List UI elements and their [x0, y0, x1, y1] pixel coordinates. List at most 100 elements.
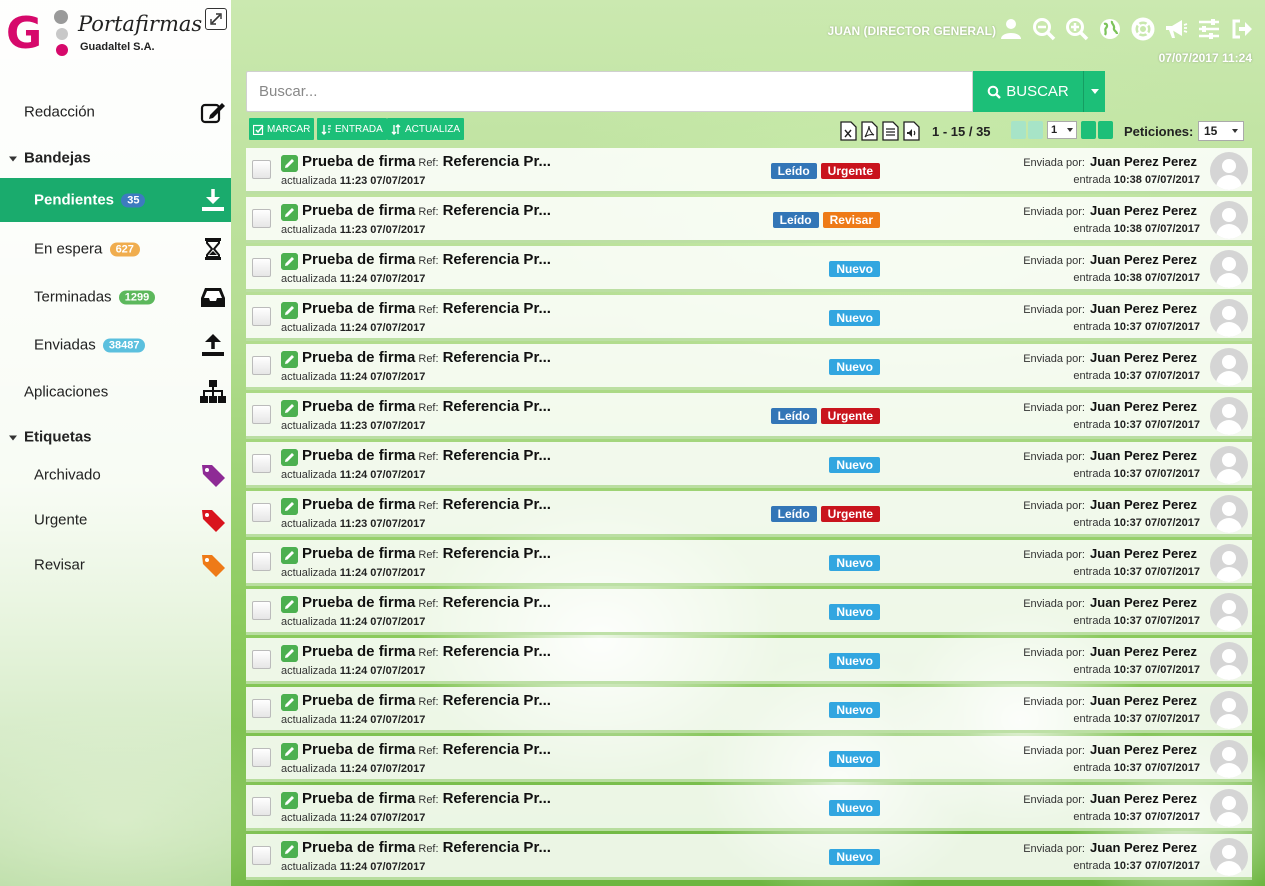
table-row[interactable]: Prueba de firma Ref: Referencia Pr... actu… — [246, 834, 1252, 880]
updated-label: actualizada — [281, 763, 337, 775]
label-revisar[interactable]: Revisar — [0, 543, 231, 587]
request-title-link[interactable]: Prueba de firma Ref: Referencia Pr... — [302, 153, 551, 170]
table-row[interactable]: Prueba de firma Ref: Referencia Pr... actu… — [246, 344, 1252, 390]
zoom-in-icon[interactable] — [1065, 16, 1089, 42]
actualiza-sort-button[interactable]: ACTUALIZA — [387, 118, 465, 140]
request-title-link[interactable]: Prueba de firma Ref: Referencia Pr... — [302, 496, 551, 513]
user-icon[interactable] — [999, 16, 1023, 42]
request-title-link[interactable]: Prueba de firma Ref: Referencia Pr... — [302, 692, 551, 709]
table-row[interactable]: Prueba de firma Ref: Referencia Pr... actu… — [246, 687, 1252, 733]
section-bandejas[interactable]: Bandejas — [0, 136, 231, 180]
row-checkbox[interactable] — [252, 405, 271, 424]
row-checkbox[interactable] — [252, 307, 271, 326]
logout-icon[interactable] — [1230, 16, 1254, 42]
table-row[interactable]: Prueba de firma Ref: Referencia Pr... actu… — [246, 393, 1252, 439]
sender-info: Enviada por: Juan Perez Perez — [1023, 791, 1197, 806]
table-row[interactable]: Prueba de firma Ref: Referencia Pr... actu… — [246, 197, 1252, 243]
user-name[interactable]: JUAN (DIRECTOR GENERAL) — [828, 24, 996, 38]
text-export-icon[interactable] — [882, 121, 899, 141]
next-page-button[interactable] — [1081, 121, 1096, 139]
table-row[interactable]: Prueba de firma Ref: Referencia Pr... actu… — [246, 442, 1252, 488]
per-page-select[interactable]: 15 — [1198, 121, 1244, 141]
pdf-export-icon[interactable] — [861, 121, 878, 141]
edit-icon — [200, 103, 225, 124]
request-title-link[interactable]: Prueba de firma Ref: Referencia Pr... — [302, 447, 551, 464]
row-checkbox[interactable] — [252, 258, 271, 277]
request-title-link[interactable]: Prueba de firma Ref: Referencia Pr... — [302, 202, 551, 219]
entry-time: entrada 10:37 07/07/2017 — [1073, 860, 1200, 872]
row-checkbox[interactable] — [252, 209, 271, 228]
search-button[interactable]: BUSCAR — [973, 71, 1083, 112]
label-archivado[interactable]: Archivado — [0, 453, 231, 497]
nav-terminadas[interactable]: Terminadas 1299 — [0, 275, 231, 319]
request-title-link[interactable]: Prueba de firma Ref: Referencia Pr... — [302, 643, 551, 660]
excel-export-icon[interactable] — [840, 121, 857, 141]
row-checkbox[interactable] — [252, 601, 271, 620]
table-row[interactable]: Prueba de firma Ref: Referencia Pr... actu… — [246, 246, 1252, 292]
marcar-button[interactable]: MARCAR — [249, 118, 315, 140]
nav-enviadas[interactable]: Enviadas 38487 — [0, 323, 231, 367]
sender-name: Juan Perez Perez — [1090, 497, 1197, 512]
edit-icon — [281, 253, 298, 270]
row-checkbox[interactable] — [252, 699, 271, 718]
table-row[interactable]: Prueba de firma Ref: Referencia Pr... actu… — [246, 491, 1252, 537]
entry-value: 10:38 07/07/2017 — [1113, 272, 1200, 284]
logo[interactable]: G Portafirmas Guadaltel S.A. — [6, 8, 206, 64]
audio-export-icon[interactable] — [903, 121, 920, 141]
sender-info: Enviada por: Juan Perez Perez — [1023, 203, 1197, 218]
collapse-sidebar-button[interactable] — [205, 8, 227, 30]
edit-icon — [281, 400, 298, 417]
table-row[interactable]: Prueba de firma Ref: Referencia Pr... actu… — [246, 736, 1252, 782]
nav-en-espera[interactable]: En espera 627 — [0, 227, 231, 271]
request-title-link[interactable]: Prueba de firma Ref: Referencia Pr... — [302, 251, 551, 268]
table-row[interactable]: Prueba de firma Ref: Referencia Pr... actu… — [246, 785, 1252, 831]
first-page-button[interactable] — [1011, 121, 1026, 139]
request-title-link[interactable]: Prueba de firma Ref: Referencia Pr... — [302, 594, 551, 611]
ref-label: Ref: — [418, 843, 439, 855]
table-row[interactable]: Prueba de firma Ref: Referencia Pr... actu… — [246, 638, 1252, 684]
row-checkbox[interactable] — [252, 552, 271, 571]
request-title-link[interactable]: Prueba de firma Ref: Referencia Pr... — [302, 839, 551, 856]
table-row[interactable]: Prueba de firma Ref: Referencia Pr... actu… — [246, 295, 1252, 341]
status-badge: Nuevo — [829, 555, 880, 571]
request-title-link[interactable]: Prueba de firma Ref: Referencia Pr... — [302, 545, 551, 562]
search-input[interactable] — [246, 71, 973, 112]
page-select[interactable]: 1 — [1047, 121, 1077, 139]
tag-icon — [202, 465, 225, 487]
row-checkbox[interactable] — [252, 846, 271, 865]
row-checkbox[interactable] — [252, 650, 271, 669]
request-title-link[interactable]: Prueba de firma Ref: Referencia Pr... — [302, 300, 551, 317]
table-row[interactable]: Prueba de firma Ref: Referencia Pr... actu… — [246, 540, 1252, 586]
nav-redaccion[interactable]: Redacción — [0, 90, 231, 134]
request-title-link[interactable]: Prueba de firma Ref: Referencia Pr... — [302, 790, 551, 807]
nav-pendientes[interactable]: Pendientes 35 — [0, 178, 231, 222]
table-row[interactable]: Prueba de firma Ref: Referencia Pr... actu… — [246, 148, 1252, 194]
request-title-link[interactable]: Prueba de firma Ref: Referencia Pr... — [302, 741, 551, 758]
updated-time: actualizada 11:24 07/07/2017 — [281, 763, 425, 775]
ref-label: Ref: — [418, 696, 439, 708]
row-checkbox[interactable] — [252, 748, 271, 767]
entrada-sort-button[interactable]: ENTRADA — [317, 118, 387, 140]
row-checkbox[interactable] — [252, 797, 271, 816]
table-row[interactable]: Prueba de firma Ref: Referencia Pr... actu… — [246, 589, 1252, 635]
request-title-link[interactable]: Prueba de firma Ref: Referencia Pr... — [302, 398, 551, 415]
request-title-link[interactable]: Prueba de firma Ref: Referencia Pr... — [302, 349, 551, 366]
label-urgente[interactable]: Urgente — [0, 498, 231, 542]
export-icons — [840, 121, 920, 141]
updated-value: 11:24 07/07/2017 — [339, 714, 426, 726]
row-checkbox[interactable] — [252, 356, 271, 375]
settings-icon[interactable] — [1197, 16, 1221, 42]
prev-page-button[interactable] — [1028, 121, 1043, 139]
help-icon[interactable] — [1131, 16, 1155, 42]
row-checkbox[interactable] — [252, 454, 271, 473]
ref-label: Ref: — [418, 745, 439, 757]
search-options-dropdown[interactable] — [1083, 71, 1105, 112]
announce-icon[interactable] — [1164, 16, 1188, 42]
status-badge: Urgente — [820, 506, 880, 522]
zoom-out-icon[interactable] — [1032, 16, 1056, 42]
last-page-button[interactable] — [1098, 121, 1113, 139]
row-checkbox[interactable] — [252, 503, 271, 522]
row-checkbox[interactable] — [252, 160, 271, 179]
globe-icon[interactable] — [1098, 16, 1122, 42]
nav-aplicaciones[interactable]: Aplicaciones — [0, 370, 231, 414]
